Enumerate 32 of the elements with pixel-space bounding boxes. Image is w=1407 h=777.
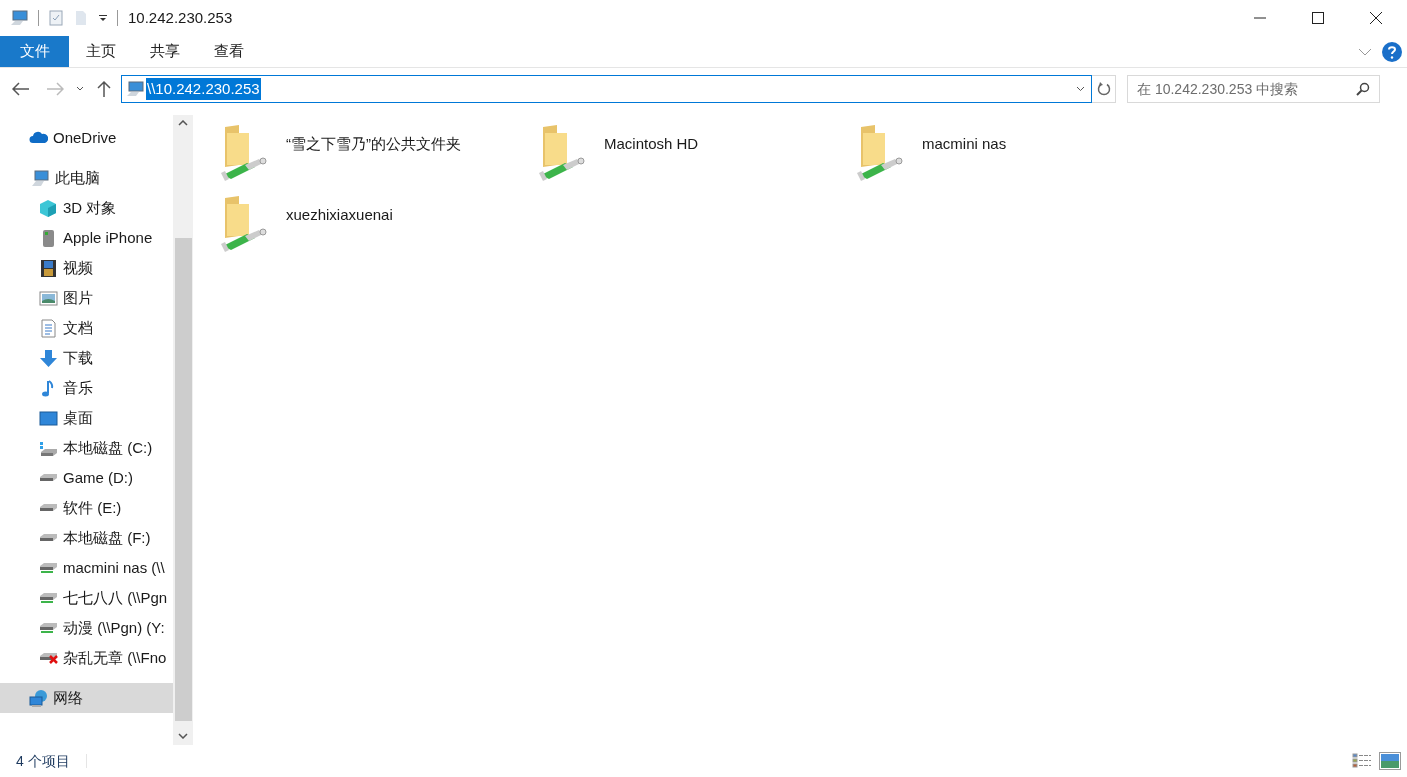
navigation-item[interactable]: 图片 <box>0 283 173 313</box>
search-field[interactable]: 在 10.242.230.253 中搜索 <box>1127 75 1380 103</box>
navigation-item[interactable]: 下载 <box>0 343 173 373</box>
navigation-item[interactable]: 杂乱无章 (\\Fno <box>0 643 173 673</box>
navigation-item[interactable]: OneDrive <box>0 123 173 153</box>
navigation-item[interactable]: 动漫 (\\Pgn) (Y: <box>0 613 173 643</box>
navigation-item[interactable]: 本地磁盘 (F:) <box>0 523 173 553</box>
navigation-item[interactable]: 七七八八 (\\Pgn <box>0 583 173 613</box>
share-name[interactable]: macmini nas <box>922 133 1007 156</box>
address-text: \\10.242.230.253 <box>146 77 261 101</box>
navigation-item[interactable]: Apple iPhone <box>0 223 173 253</box>
navigation-item[interactable]: 本地磁盘 (C:) <box>0 433 173 463</box>
ribbon-tab[interactable]: 查看 <box>197 36 261 67</box>
navigation-item[interactable]: 此电脑 <box>0 163 173 193</box>
navigation-item[interactable]: macmini nas (\\ <box>0 553 173 583</box>
file-tab[interactable]: 文件 <box>0 36 69 67</box>
item-count: 4 个项目 <box>16 751 70 771</box>
ribbon-tab[interactable]: 主页 <box>69 36 133 67</box>
ribbon-tab[interactable]: 共享 <box>133 36 197 67</box>
navigation-item[interactable]: 软件 (E:) <box>0 493 173 523</box>
share-name[interactable]: “雪之下雪乃”的公共文件夹 <box>286 133 461 156</box>
share-name[interactable]: Macintosh HD <box>604 133 699 156</box>
navigation-item[interactable]: 文档 <box>0 313 173 343</box>
share-name[interactable]: xuezhixiaxuenai <box>286 204 393 227</box>
navigation-item[interactable]: 3D 对象 <box>0 193 173 223</box>
navigation-item[interactable]: 视频 <box>0 253 173 283</box>
address-field[interactable]: \\10.242.230.253 <box>121 75 1092 103</box>
navigation-item[interactable]: Game (D:) <box>0 463 173 493</box>
navigation-item[interactable]: 桌面 <box>0 403 173 433</box>
navigation-item[interactable]: 音乐 <box>0 373 173 403</box>
window-title: 10.242.230.253 <box>128 7 233 28</box>
navigation-item[interactable]: 网络 <box>0 683 173 713</box>
